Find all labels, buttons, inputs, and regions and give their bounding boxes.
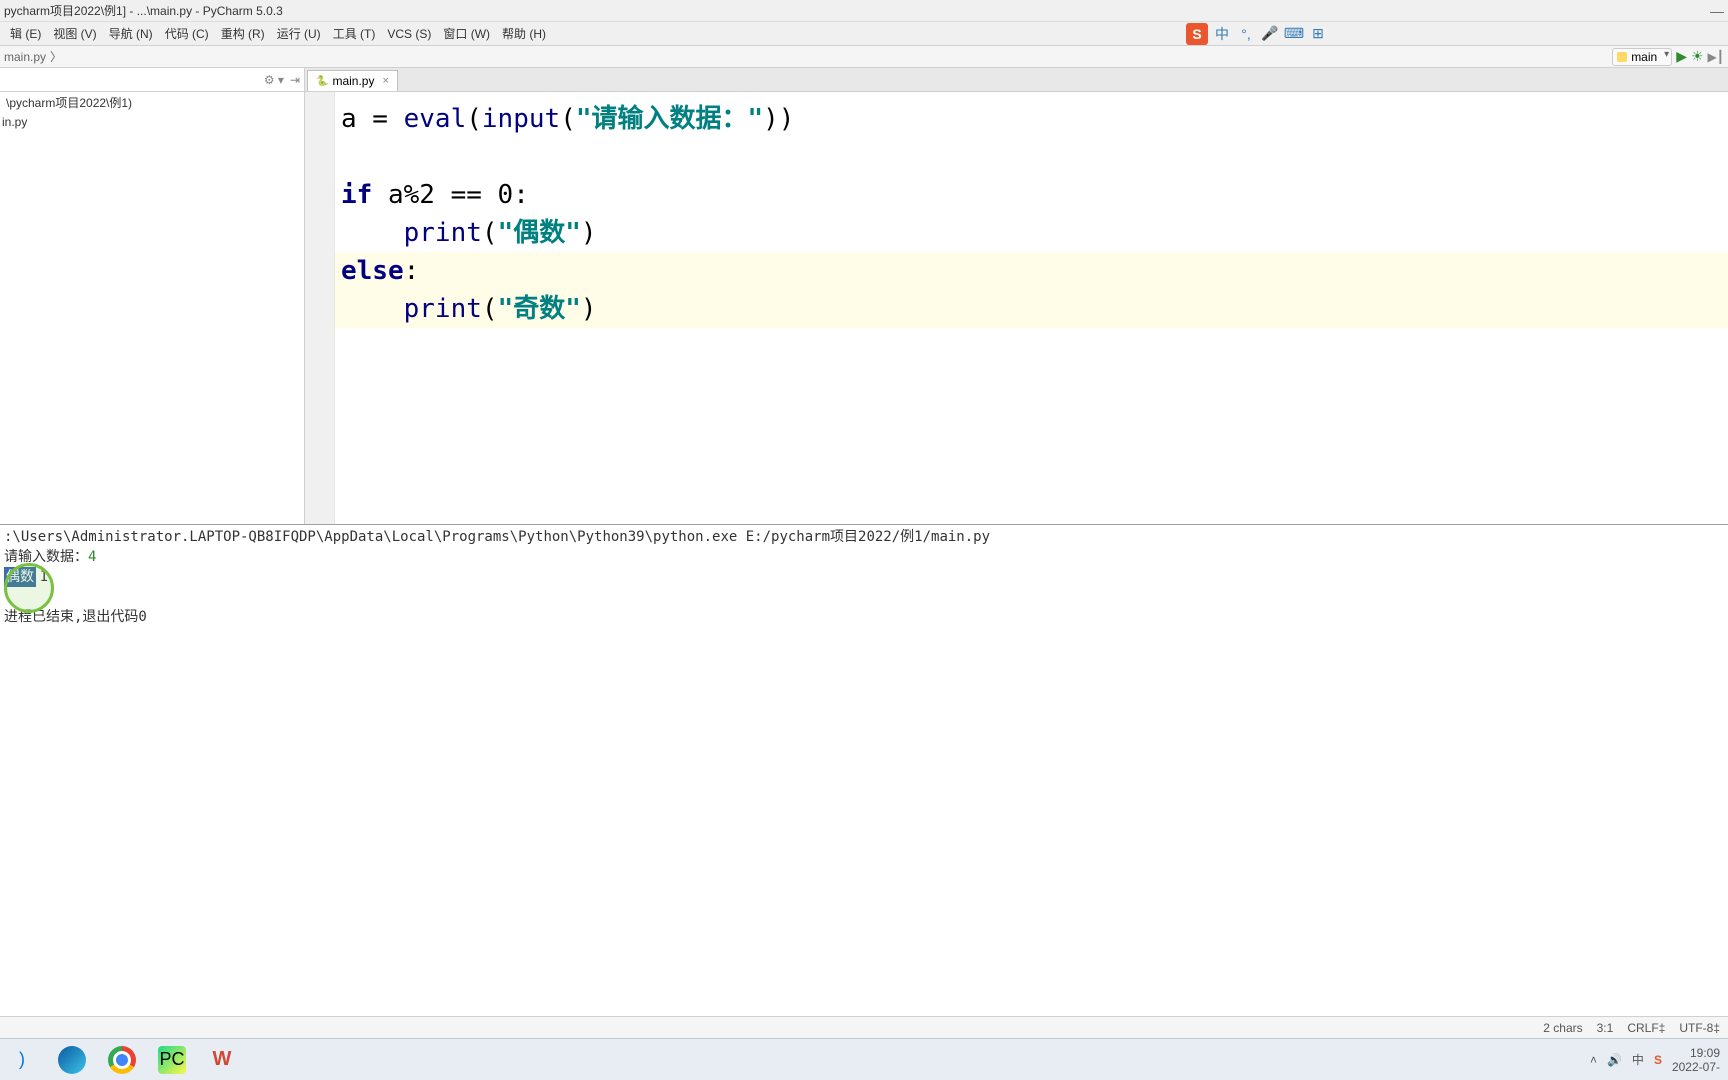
- sidebar-toolbar: ⚙ ▾ ⇥: [0, 68, 304, 92]
- chrome-icon[interactable]: [108, 1046, 136, 1074]
- editor-area: 🐍 main.py × a = eval(input("请输入数据：")) if…: [305, 68, 1728, 524]
- menu-view[interactable]: 视图 (V): [47, 23, 102, 44]
- text-cursor-icon: I: [40, 567, 48, 587]
- menu-vcs[interactable]: VCS (S): [381, 25, 437, 43]
- main-area: ⚙ ▾ ⇥ \pycharm项目2022\例1) in.py 🐍 main.py…: [0, 68, 1728, 524]
- console-output-line: 偶数I: [4, 567, 1724, 587]
- start-button[interactable]: ): [8, 1046, 36, 1074]
- menu-help[interactable]: 帮助 (H): [496, 23, 552, 44]
- minimize-button[interactable]: —: [1710, 3, 1724, 19]
- ime-lang[interactable]: 中: [1212, 24, 1232, 44]
- run-controls: main ▶ ☀ ▶┃: [1612, 48, 1724, 66]
- code-line-5: else:: [335, 252, 1728, 290]
- menu-window[interactable]: 窗口 (W): [437, 23, 496, 44]
- menu-run[interactable]: 运行 (U): [271, 23, 327, 44]
- status-line-ending[interactable]: CRLF‡: [1627, 1021, 1665, 1035]
- tray-chevron-icon[interactable]: ˄: [1590, 1053, 1597, 1067]
- tray-speaker-icon[interactable]: 🔊: [1607, 1053, 1622, 1067]
- code-line-1: a = eval(input("请输入数据：")): [335, 100, 1728, 138]
- wps-icon[interactable]: W: [208, 1046, 236, 1074]
- collapse-icon[interactable]: ⇥: [290, 73, 300, 87]
- code-editor[interactable]: a = eval(input("请输入数据：")) if a%2 == 0: p…: [305, 92, 1728, 524]
- chevron-right-icon: 〉: [50, 48, 62, 65]
- console-exec-path: :\Users\Administrator.LAPTOP-QB8IFQDP\Ap…: [4, 527, 1724, 547]
- tab-main-py[interactable]: 🐍 main.py ×: [307, 70, 398, 91]
- console-exit: 进程已结束,退出代码0: [4, 607, 1724, 627]
- system-tray: ˄ 🔊 中 S 19:09 2022-07-: [1590, 1046, 1720, 1074]
- menu-file[interactable]: 辑 (E): [4, 23, 47, 44]
- status-bar: 2 chars 3:1 CRLF‡ UTF-8‡: [0, 1016, 1728, 1038]
- debug-button[interactable]: ☀: [1691, 48, 1704, 65]
- title-bar: pycharm项目2022\例1] - ...\main.py - PyChar…: [0, 0, 1728, 22]
- project-sidebar: ⚙ ▾ ⇥ \pycharm项目2022\例1) in.py: [0, 68, 305, 524]
- breadcrumb-item[interactable]: main.py: [4, 50, 46, 64]
- menu-tools[interactable]: 工具 (T): [327, 23, 382, 44]
- status-encoding[interactable]: UTF-8‡: [1679, 1021, 1720, 1035]
- ime-keyboard-icon[interactable]: ⌨: [1284, 24, 1304, 44]
- console-blank: [4, 587, 1724, 607]
- breadcrumb-bar: main.py 〉 main ▶ ☀ ▶┃: [0, 46, 1728, 68]
- tree-root[interactable]: \pycharm项目2022\例1): [0, 92, 304, 113]
- pycharm-icon[interactable]: PC: [158, 1046, 186, 1074]
- ime-grid-icon[interactable]: ⊞: [1308, 24, 1328, 44]
- window-title: pycharm项目2022\例1] - ...\main.py - PyChar…: [4, 2, 283, 19]
- tray-clock[interactable]: 19:09 2022-07-: [1672, 1046, 1720, 1074]
- ime-punct-icon[interactable]: °,: [1236, 24, 1256, 44]
- windows-taskbar: ) PC W ˄ 🔊 中 S 19:09 2022-07-: [0, 1038, 1728, 1080]
- breadcrumb: main.py 〉: [4, 48, 62, 65]
- taskbar-apps: ) PC W: [8, 1046, 236, 1074]
- code-line-4: print("偶数"): [335, 214, 1728, 252]
- gear-icon[interactable]: ⚙ ▾: [264, 73, 284, 87]
- menu-refactor[interactable]: 重构 (R): [215, 23, 271, 44]
- ime-toolbar: S 中 °, 🎤 ⌨ ⊞: [1186, 23, 1328, 45]
- run-button[interactable]: ▶: [1676, 48, 1687, 65]
- edge-icon[interactable]: [58, 1046, 86, 1074]
- menu-code[interactable]: 代码 (C): [159, 23, 215, 44]
- window-controls: —: [1710, 3, 1724, 19]
- menu-navigate[interactable]: 导航 (N): [103, 23, 159, 44]
- stop-button[interactable]: ▶┃: [1708, 50, 1724, 64]
- gutter: [305, 92, 335, 524]
- code-content[interactable]: a = eval(input("请输入数据：")) if a%2 == 0: p…: [335, 92, 1728, 524]
- tabs-bar: 🐍 main.py ×: [305, 68, 1728, 92]
- status-position[interactable]: 3:1: [1597, 1021, 1614, 1035]
- console-prompt-line: 请输入数据：4: [4, 547, 1724, 567]
- sogou-ime-icon[interactable]: S: [1186, 23, 1208, 45]
- tab-label: main.py: [332, 74, 374, 88]
- code-line-3: if a%2 == 0:: [335, 176, 1728, 214]
- console-panel[interactable]: :\Users\Administrator.LAPTOP-QB8IFQDP\Ap…: [0, 524, 1728, 790]
- tray-sogou-icon[interactable]: S: [1654, 1053, 1662, 1067]
- tree-file[interactable]: in.py: [0, 113, 304, 131]
- status-chars: 2 chars: [1543, 1021, 1582, 1035]
- menu-bar: 辑 (E) 视图 (V) 导航 (N) 代码 (C) 重构 (R) 运行 (U)…: [0, 22, 1728, 46]
- ime-mic-icon[interactable]: 🎤: [1260, 24, 1280, 44]
- run-config-select[interactable]: main: [1612, 48, 1672, 66]
- close-tab-icon[interactable]: ×: [382, 75, 388, 87]
- code-line-6: print("奇数"): [335, 290, 1728, 328]
- python-file-icon: 🐍: [316, 76, 328, 87]
- code-line-2: [335, 138, 1728, 176]
- tray-ime-icon[interactable]: 中: [1632, 1051, 1644, 1068]
